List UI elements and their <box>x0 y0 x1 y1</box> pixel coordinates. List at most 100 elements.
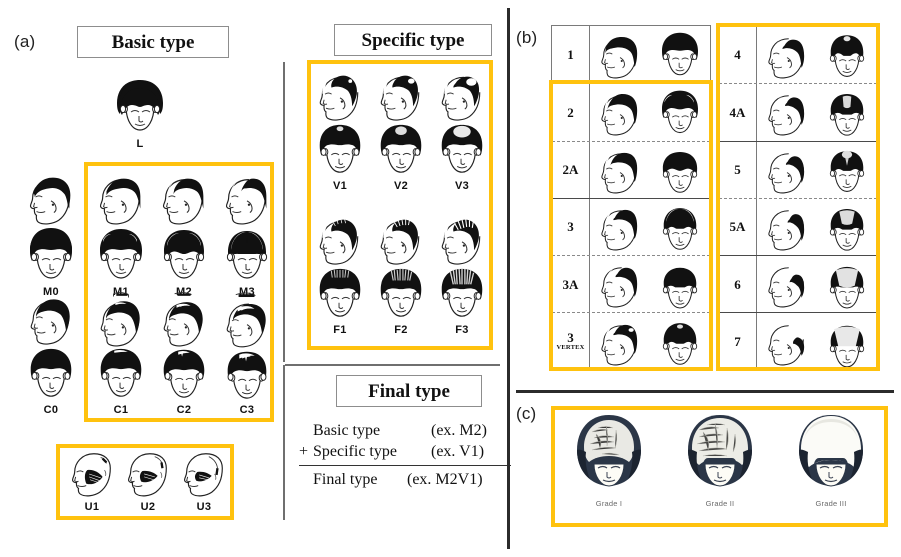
head-front-L-icon <box>117 80 163 131</box>
head-front-norwood-4-icon <box>829 34 865 77</box>
norwood-row-3A: 3A <box>552 255 710 313</box>
head-side-C1-icon <box>100 292 140 347</box>
divider-basic-final <box>283 365 285 520</box>
norwood-label-text-2A: 2A <box>562 161 579 177</box>
specific-type-label-F3: F3 <box>455 324 469 336</box>
norwood-row-1: 1 <box>552 26 710 84</box>
head-front-norwood-1-icon <box>662 32 698 75</box>
head-front-norwood-2A-icon <box>662 151 698 193</box>
formula-example-final: (ex. M2V1) <box>407 471 483 489</box>
norwood-row-3-vertex: 3 VERTEX <box>552 312 710 370</box>
head-side-norwood-2-icon <box>601 94 638 136</box>
ludwig-cell-grade-2: Grade II <box>675 412 765 508</box>
basic-type-label-L: L <box>136 138 144 150</box>
head-side-norwood-3-icon <box>601 209 638 251</box>
formula-divider-rule <box>299 465 511 467</box>
norwood-row-4: 4 <box>719 26 877 84</box>
ludwig-cell-grade-3: Grade III <box>786 412 876 508</box>
norwood-row-pics-4 <box>757 26 877 83</box>
norwood-row-label-4: 4 <box>719 26 757 84</box>
norwood-row-label-6: 6 <box>719 256 757 313</box>
norwood-row-label-7: 7 <box>719 313 757 370</box>
formula-term-basic: Basic type <box>313 422 381 439</box>
head-side-norwood-7-icon <box>768 324 805 366</box>
formula-op-blank2 <box>299 469 313 490</box>
basic-type-label-U2: U2 <box>140 501 156 513</box>
basic-type-cell-M2: M2 <box>155 168 213 298</box>
specific-type-title: Specific type <box>334 24 492 56</box>
norwood-row-3: 3 <box>552 197 710 256</box>
formula-op-blank <box>299 420 313 441</box>
norwood-row-label-5: 5 <box>719 141 757 198</box>
ludwig-cell-grade-1: Grade I <box>564 412 654 508</box>
norwood-label-text-4: 4 <box>734 46 741 62</box>
norwood-row-pics-5A <box>757 199 877 255</box>
norwood-label-text-3-vertex: 3 <box>567 330 574 346</box>
head-front-norwood-5A-icon <box>829 209 865 251</box>
specific-type-label-F2: F2 <box>394 324 408 336</box>
specific-type-cell-F1: F1 <box>311 212 369 336</box>
basic-type-cell-U3: U3 <box>176 447 232 513</box>
basic-type-cell-M0: M0 <box>22 168 80 298</box>
norwood-label-text-2: 2 <box>567 104 574 120</box>
head-side-V1-icon <box>319 75 359 121</box>
norwood-row-label-5A: 5A <box>719 198 757 256</box>
head-front-V1-icon <box>319 124 361 173</box>
specific-type-label-V3: V3 <box>454 180 470 192</box>
head-side-F3-icon <box>441 219 481 265</box>
head-side-U1-icon <box>71 453 111 497</box>
norwood-row-pics-4A <box>757 84 877 140</box>
norwood-label-text-6: 6 <box>734 276 741 292</box>
norwood-grid-left: 1 2 2A 3 3A 3 VERTEX <box>551 25 711 370</box>
specific-type-label-V2: V2 <box>393 180 409 192</box>
norwood-row-pics-3-vertex <box>590 313 710 369</box>
head-side-U2-icon <box>127 453 167 497</box>
norwood-row-pics-3 <box>590 199 710 255</box>
head-front-norwood-3-icon <box>662 208 698 250</box>
head-front-ludwig-1-icon <box>577 415 641 487</box>
head-side-norwood-3-vertex-icon <box>601 324 638 366</box>
head-side-norwood-5-icon <box>768 152 805 194</box>
final-type-formula: Basic type (ex. M2) + Specific type (ex.… <box>299 420 511 490</box>
head-front-C2-icon <box>163 349 205 398</box>
norwood-row-label-3-vertex: 3 VERTEX <box>552 313 590 370</box>
norwood-label-text-1: 1 <box>567 46 574 62</box>
head-front-norwood-6-icon <box>829 267 865 309</box>
head-front-V2-icon <box>380 124 422 173</box>
head-front-M0-icon <box>30 228 72 279</box>
specific-type-cell-V3: V3 <box>433 68 491 192</box>
basic-type-title: Basic type <box>77 26 229 58</box>
norwood-row-label-3: 3 <box>552 198 590 256</box>
basic-type-cell-M1: M1 <box>92 168 150 298</box>
norwood-row-pics-1 <box>590 26 710 83</box>
divider-left-right-panels <box>507 8 510 549</box>
specific-type-cell-F2: F2 <box>372 212 430 336</box>
formula-term-specific: Specific type <box>313 443 397 461</box>
basic-type-cell-M3: M3 <box>218 168 276 298</box>
head-side-M0-icon <box>29 177 71 225</box>
formula-line-basic: Basic type (ex. M2) <box>299 420 511 441</box>
panel-a-letter: (a) <box>14 32 36 51</box>
head-side-norwood-4A-icon <box>768 95 805 136</box>
norwood-row-label-2: 2 <box>552 84 590 141</box>
norwood-row-7: 7 <box>719 312 877 370</box>
head-side-V2-icon <box>380 75 420 121</box>
head-side-U3-icon <box>183 453 223 497</box>
head-side-M2-icon <box>162 178 204 225</box>
basic-type-cell-U2: U2 <box>120 447 176 513</box>
head-front-ludwig-2-icon <box>688 415 752 487</box>
norwood-row-2A: 2A <box>552 140 710 198</box>
head-front-V3-icon <box>441 124 483 173</box>
specific-type-label-F1: F1 <box>333 324 347 336</box>
norwood-label-text-4A: 4A <box>729 104 746 120</box>
head-front-C1-icon <box>100 348 142 397</box>
formula-example-basic: (ex. M2) <box>431 422 487 439</box>
divider-basic-specific <box>283 62 285 362</box>
head-front-C0-icon <box>30 348 72 397</box>
basic-type-label-C3: C3 <box>239 404 255 416</box>
final-type-title: Final type <box>336 375 482 407</box>
norwood-label-text-5: 5 <box>734 161 741 177</box>
head-side-C3-icon <box>226 292 266 348</box>
head-side-M3-icon <box>225 178 267 225</box>
head-side-norwood-2A-icon <box>601 152 638 194</box>
